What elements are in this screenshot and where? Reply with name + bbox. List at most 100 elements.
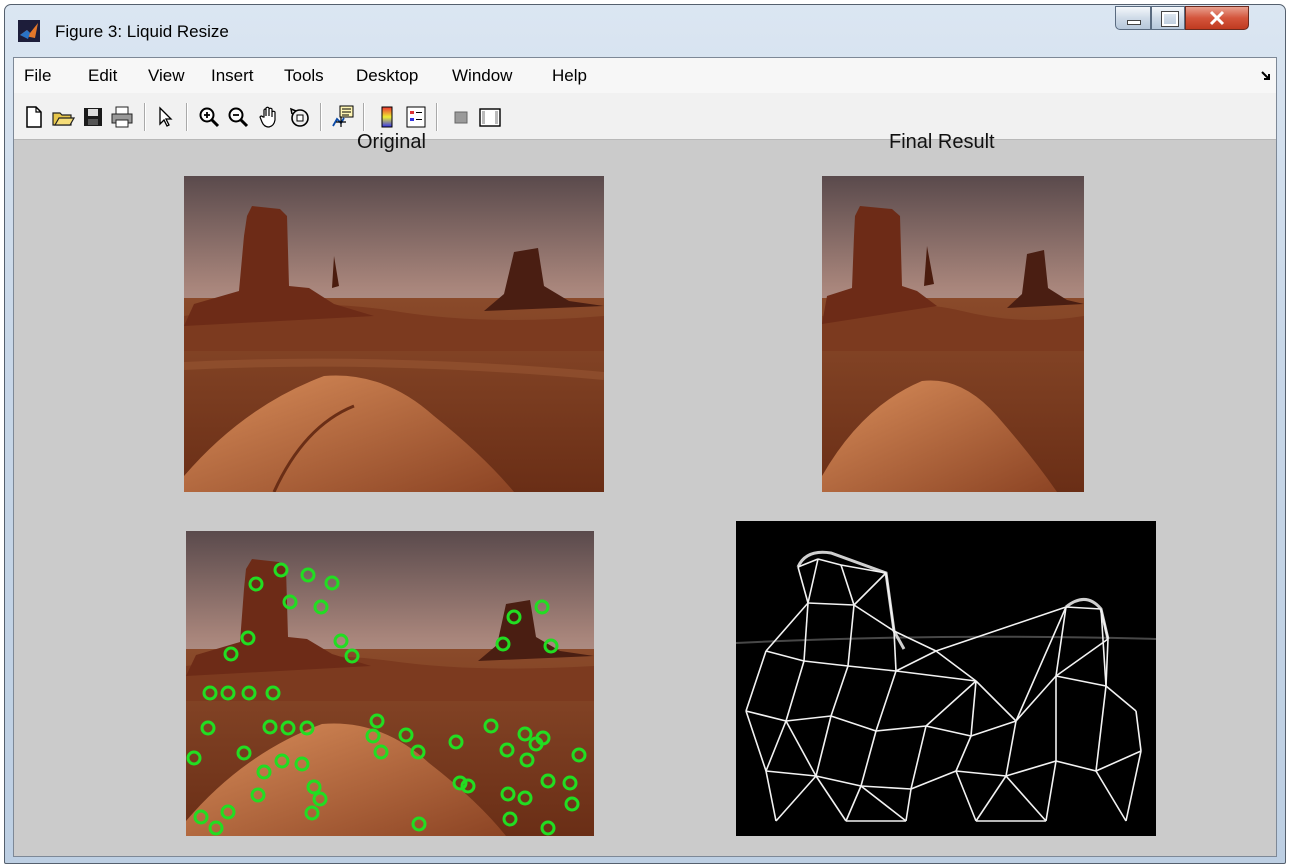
mesh-edge bbox=[975, 775, 1007, 822]
mesh-edge bbox=[765, 650, 805, 662]
rotate-3d-icon[interactable] bbox=[288, 105, 312, 129]
mesh-edge bbox=[745, 650, 767, 712]
figure-client-area: File Edit View Insert Tools Desktop Wind… bbox=[13, 57, 1277, 857]
zoom-out-icon[interactable] bbox=[226, 105, 250, 129]
final-result-image-scene bbox=[822, 176, 1084, 492]
window-title: Figure 3: Liquid Resize bbox=[55, 22, 229, 41]
data-cursor-icon[interactable] bbox=[331, 105, 355, 129]
open-file-icon[interactable] bbox=[51, 105, 75, 129]
menu-window[interactable]: Window bbox=[452, 66, 512, 86]
toolbar-separator bbox=[436, 103, 438, 131]
title-bar[interactable]: Figure 3: Liquid Resize bbox=[5, 5, 1285, 57]
axes-title-original: Original bbox=[357, 131, 426, 153]
axes-title-final-result: Final Result bbox=[889, 131, 995, 153]
mesh-edge bbox=[785, 660, 805, 722]
mesh-edge bbox=[955, 770, 1007, 777]
mesh-edge bbox=[1095, 685, 1107, 772]
pan-hand-icon[interactable] bbox=[257, 105, 281, 129]
maximize-icon bbox=[1161, 11, 1179, 27]
new-figure-icon[interactable] bbox=[22, 105, 46, 129]
mesh-edge bbox=[970, 720, 1017, 737]
hide-plot-tools-icon[interactable] bbox=[449, 105, 473, 129]
mesh-edge bbox=[875, 670, 897, 732]
dock-arrow-icon[interactable] bbox=[1260, 70, 1272, 82]
matlab-logo-icon bbox=[18, 20, 40, 42]
mesh-edge bbox=[815, 715, 832, 777]
mesh-edge bbox=[797, 566, 809, 604]
figure-canvas: Original Final Result bbox=[14, 131, 1276, 856]
zoom-in-icon[interactable] bbox=[197, 105, 221, 129]
original-image-scene bbox=[184, 176, 604, 492]
print-icon[interactable] bbox=[110, 105, 134, 129]
insert-colorbar-icon[interactable] bbox=[375, 105, 399, 129]
mesh-edge bbox=[1045, 760, 1057, 822]
mesh-edge bbox=[905, 788, 912, 822]
mesh-edge bbox=[1105, 685, 1137, 712]
final-result-image bbox=[822, 176, 1084, 492]
mesh-edge bbox=[895, 650, 937, 672]
toolbar-separator bbox=[320, 103, 322, 131]
mesh-edge bbox=[830, 715, 877, 732]
edit-plot-arrow-icon[interactable] bbox=[154, 105, 178, 129]
mesh-edge bbox=[853, 604, 895, 632]
mesh-edge bbox=[785, 715, 832, 722]
mesh-edge bbox=[925, 680, 977, 727]
toolbar-separator bbox=[144, 103, 146, 131]
menu-bar: File Edit View Insert Tools Desktop Wind… bbox=[14, 58, 1276, 94]
mesh-edge bbox=[910, 770, 957, 790]
show-plot-tools-icon[interactable] bbox=[478, 105, 502, 129]
menu-edit[interactable]: Edit bbox=[88, 66, 117, 86]
menu-tools[interactable]: Tools bbox=[284, 66, 324, 86]
mesh-edge-scene bbox=[736, 550, 1156, 822]
mesh-edge bbox=[1055, 675, 1107, 687]
mesh-edge bbox=[830, 665, 849, 717]
mesh-edge bbox=[1005, 720, 1017, 777]
mesh-edge bbox=[803, 602, 809, 662]
mesh-edge bbox=[745, 710, 767, 772]
mesh-edge bbox=[765, 720, 787, 772]
mesh-edge bbox=[970, 680, 977, 737]
mesh-edge bbox=[765, 602, 809, 652]
menu-view[interactable]: View bbox=[148, 66, 185, 86]
mesh-edge bbox=[845, 785, 862, 822]
mesh-edge bbox=[765, 770, 817, 777]
menu-help[interactable]: Help bbox=[552, 66, 587, 86]
mesh-edge bbox=[1055, 638, 1109, 677]
menu-file[interactable]: File bbox=[24, 66, 51, 86]
minimize-button[interactable] bbox=[1115, 6, 1151, 30]
save-icon[interactable] bbox=[81, 105, 105, 129]
menu-insert[interactable]: Insert bbox=[211, 66, 254, 86]
mesh-edge bbox=[1095, 770, 1127, 822]
mesh-edge bbox=[847, 604, 855, 667]
mesh-edge bbox=[817, 558, 842, 566]
mesh-edge bbox=[875, 725, 927, 732]
mesh-edge bbox=[860, 785, 907, 822]
mesh-edge-image bbox=[736, 521, 1156, 836]
toolbar-separator bbox=[363, 103, 365, 131]
menu-desktop[interactable]: Desktop bbox=[356, 66, 418, 86]
mesh-edge bbox=[803, 660, 849, 667]
mesh-edge bbox=[935, 606, 1067, 652]
mesh-edge bbox=[975, 680, 1017, 722]
close-icon bbox=[1209, 10, 1225, 26]
mesh-edge bbox=[840, 564, 855, 606]
mesh-edge bbox=[1055, 760, 1097, 772]
mesh-edge bbox=[815, 775, 862, 787]
close-button[interactable] bbox=[1185, 6, 1249, 30]
mesh-edge bbox=[1095, 750, 1142, 772]
figure-toolbar bbox=[14, 93, 1276, 140]
mesh-edge bbox=[765, 770, 777, 822]
mesh-edge bbox=[807, 558, 819, 604]
original-image bbox=[184, 176, 604, 492]
feature-points-image bbox=[186, 531, 594, 836]
feature-points-scene bbox=[186, 531, 594, 836]
toolbar-separator bbox=[186, 103, 188, 131]
mesh-edge bbox=[1005, 775, 1047, 822]
mesh-edge bbox=[1005, 760, 1057, 777]
mesh-edge bbox=[853, 572, 887, 606]
figure-window: Figure 3: Liquid Resize File Edit View I… bbox=[4, 4, 1286, 864]
maximize-button[interactable] bbox=[1151, 6, 1185, 30]
mesh-edge bbox=[815, 775, 847, 822]
mesh-edge bbox=[885, 572, 895, 632]
insert-legend-icon[interactable] bbox=[404, 105, 428, 129]
